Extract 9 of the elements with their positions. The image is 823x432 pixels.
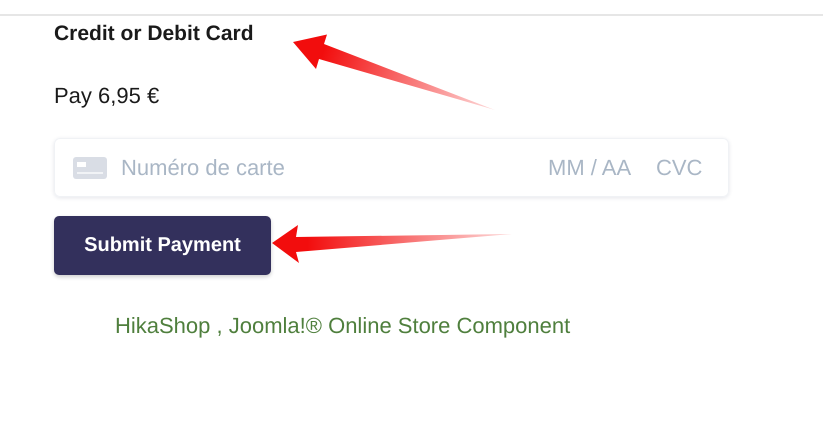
credit-card-icon [73,156,107,178]
section-heading: Credit or Debit Card [54,21,254,47]
footer-link[interactable]: HikaShop , Joomla!® Online Store Component [115,313,570,339]
submit-payment-button[interactable]: Submit Payment [54,216,271,275]
cvc-input[interactable]: CVC [656,154,710,180]
card-number-input[interactable]: Numéro de carte [121,154,534,180]
expiry-date-input[interactable]: MM / AA [548,154,642,180]
payment-amount: Pay 6,95 € [54,82,160,110]
card-input-field[interactable]: Numéro de carte MM / AA CVC [54,138,729,197]
